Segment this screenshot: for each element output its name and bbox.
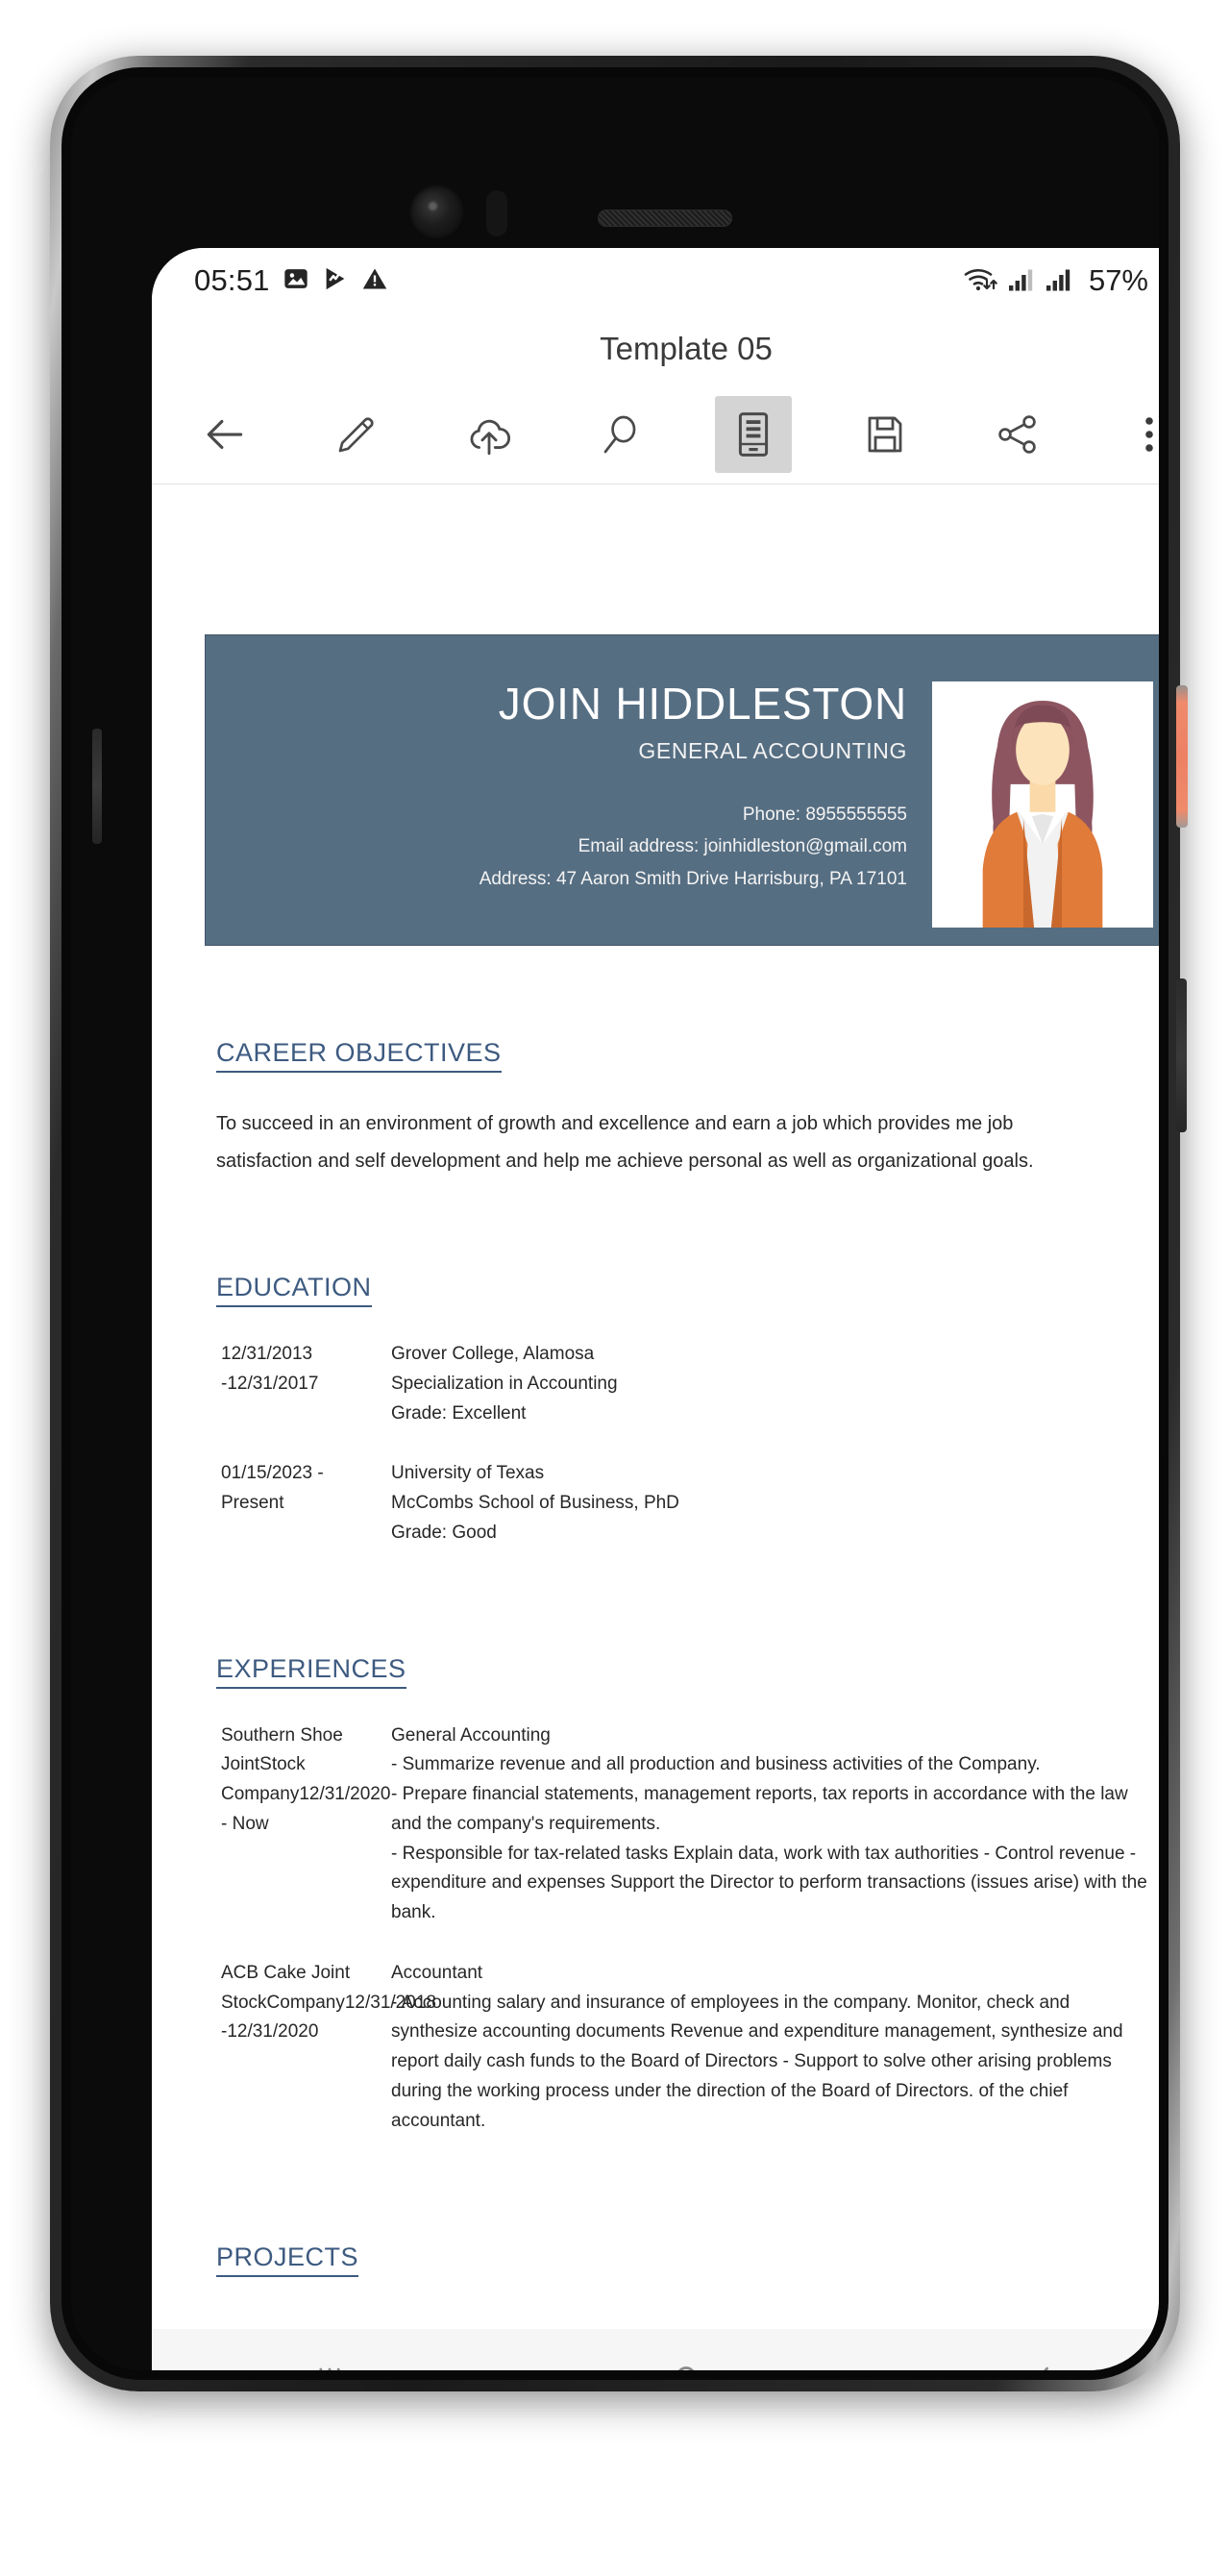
system-navigation-bar (152, 2329, 1159, 2370)
recents-icon (319, 2367, 340, 2370)
signal-1-icon (1008, 265, 1037, 297)
resume-header-text: JOIN HIDDLESTON GENERAL ACCOUNTING Phone… (206, 635, 932, 945)
education-entry-dates: 12/31/2013 -12/31/2017 (221, 1344, 319, 1394)
section-title-education: EDUCATION (216, 1273, 372, 1307)
section-title-experiences: EXPERIENCES (216, 1654, 406, 1689)
document-canvas[interactable]: JOIN HIDDLESTON GENERAL ACCOUNTING Phone… (152, 484, 1159, 2305)
title-bar: Template 05 (152, 313, 1159, 384)
edit-button[interactable] (318, 396, 395, 473)
home-icon (678, 2366, 694, 2370)
pencil-icon (339, 416, 374, 452)
section-title-projects: PROJECTS (216, 2242, 359, 2277)
save-button[interactable] (847, 396, 923, 473)
home-button[interactable] (624, 2346, 749, 2370)
education-entry-details: University of Texas McCombs School of Bus… (391, 1463, 679, 1543)
section-title-career-objectives: CAREER OBJECTIVES (216, 1038, 502, 1073)
image-icon (283, 265, 309, 297)
experience-entry-company: Southern Shoe JointStock Company12/31/20… (221, 1724, 391, 1834)
search-button[interactable] (582, 396, 659, 473)
power-button[interactable] (1176, 685, 1188, 828)
document-view-button[interactable] (714, 395, 792, 473)
share-button[interactable] (979, 396, 1056, 473)
floppy-disk-icon (868, 416, 902, 452)
battery-percent-label: 57% (1088, 263, 1148, 297)
back-arrow-icon (207, 419, 243, 449)
section-body-experiences: Southern Shoe JointStock Company12/31/20… (216, 1721, 1156, 2137)
back-arrow-button[interactable] (186, 396, 263, 473)
experience-entry-details: General Accounting - Summarize revenue an… (391, 1724, 1147, 1923)
section-projects: PROJECTS New Year's Day in myhometown Ma… (205, 2242, 1159, 2305)
document-icon (738, 411, 768, 457)
resume-phone: Phone: 8955555555 (742, 804, 907, 825)
more-options-button[interactable] (1111, 396, 1159, 473)
profile-photo (932, 681, 1153, 928)
status-bar-right: 57% (963, 262, 1159, 300)
resume-header-block: JOIN HIDDLESTON GENERAL ACCOUNTING Phone… (205, 634, 1159, 946)
resume-role: GENERAL ACCOUNTING (638, 737, 907, 763)
back-button[interactable] (980, 2346, 1105, 2370)
cloud-upload-icon (470, 419, 510, 455)
career-objectives-paragraph: To succeed in an environment of growth a… (216, 1113, 1034, 1172)
section-experiences: EXPERIENCES Southern Shoe JointStock Com… (205, 1654, 1159, 2137)
sim-tray-button[interactable] (92, 729, 102, 844)
upload-button[interactable] (451, 396, 528, 473)
education-entry-dates: 01/15/2023 - Present (221, 1463, 324, 1514)
kebab-menu-icon (1145, 416, 1153, 452)
magnifier-icon (603, 415, 636, 453)
proximity-sensor-icon (486, 190, 507, 236)
resume-name: JOIN HIDDLESTON (498, 679, 907, 729)
status-clock: 05:51 (194, 263, 270, 297)
resume-page: JOIN HIDDLESTON GENERAL ACCOUNTING Phone… (152, 484, 1159, 2305)
education-entry: 01/15/2023 - Present University of Texas… (216, 1459, 1156, 1548)
share-icon (997, 414, 1036, 454)
page-title: Template 05 (600, 331, 773, 366)
back-chevron-icon (1043, 2366, 1048, 2370)
warning-icon (361, 265, 388, 297)
experience-entry-company: ACB Cake Joint StockCompany12/31/2018 -1… (221, 1962, 436, 2043)
resume-address: Address: 47 Aaron Smith Drive Harrisburg… (479, 868, 907, 889)
volume-button[interactable] (1176, 978, 1187, 1132)
phone-screen: 05:51 57% Template 05 JOIN HIDDLESTON GE… (71, 77, 1159, 2370)
experience-entry: ACB Cake Joint StockCompany12/31/2018 -1… (216, 1959, 1156, 2137)
phone-frame: 05:51 57% Template 05 JOIN HIDDLESTON GE… (50, 56, 1188, 2391)
education-entry-details: Grover College, Alamosa Specialization in… (391, 1344, 618, 1424)
signal-2-icon (1046, 265, 1074, 297)
front-camera-icon (409, 185, 465, 240)
experience-entry: Southern Shoe JointStock Company12/31/20… (216, 1721, 1156, 1928)
status-bar-left: 05:51 (194, 263, 388, 298)
resume-contact-block: Phone: 8955555555 Email address: joinhid… (480, 797, 907, 894)
toolbar (152, 384, 1159, 484)
play-store-icon (322, 265, 349, 297)
section-education: EDUCATION 12/31/2013 -12/31/2017 Grover … (205, 1273, 1159, 1548)
section-body-career-objectives: To succeed in an environment of growth a… (216, 1105, 1156, 1180)
education-entry: 12/31/2013 -12/31/2017 Grover College, A… (216, 1340, 1156, 1428)
section-career-objectives: CAREER OBJECTIVES To succeed in an envir… (205, 1038, 1159, 1180)
recents-button[interactable] (267, 2346, 392, 2370)
earpiece-speaker (598, 210, 732, 227)
app-viewport: 05:51 57% Template 05 JOIN HIDDLESTON GE… (152, 248, 1159, 2370)
status-bar: 05:51 57% (152, 248, 1159, 313)
wifi-icon (963, 264, 999, 298)
section-body-education: 12/31/2013 -12/31/2017 Grover College, A… (216, 1340, 1156, 1548)
experience-entry-details: Accountant - Accounting salary and insura… (391, 1962, 1123, 2131)
resume-email: Email address: joinhidleston@gmail.com (578, 836, 907, 857)
